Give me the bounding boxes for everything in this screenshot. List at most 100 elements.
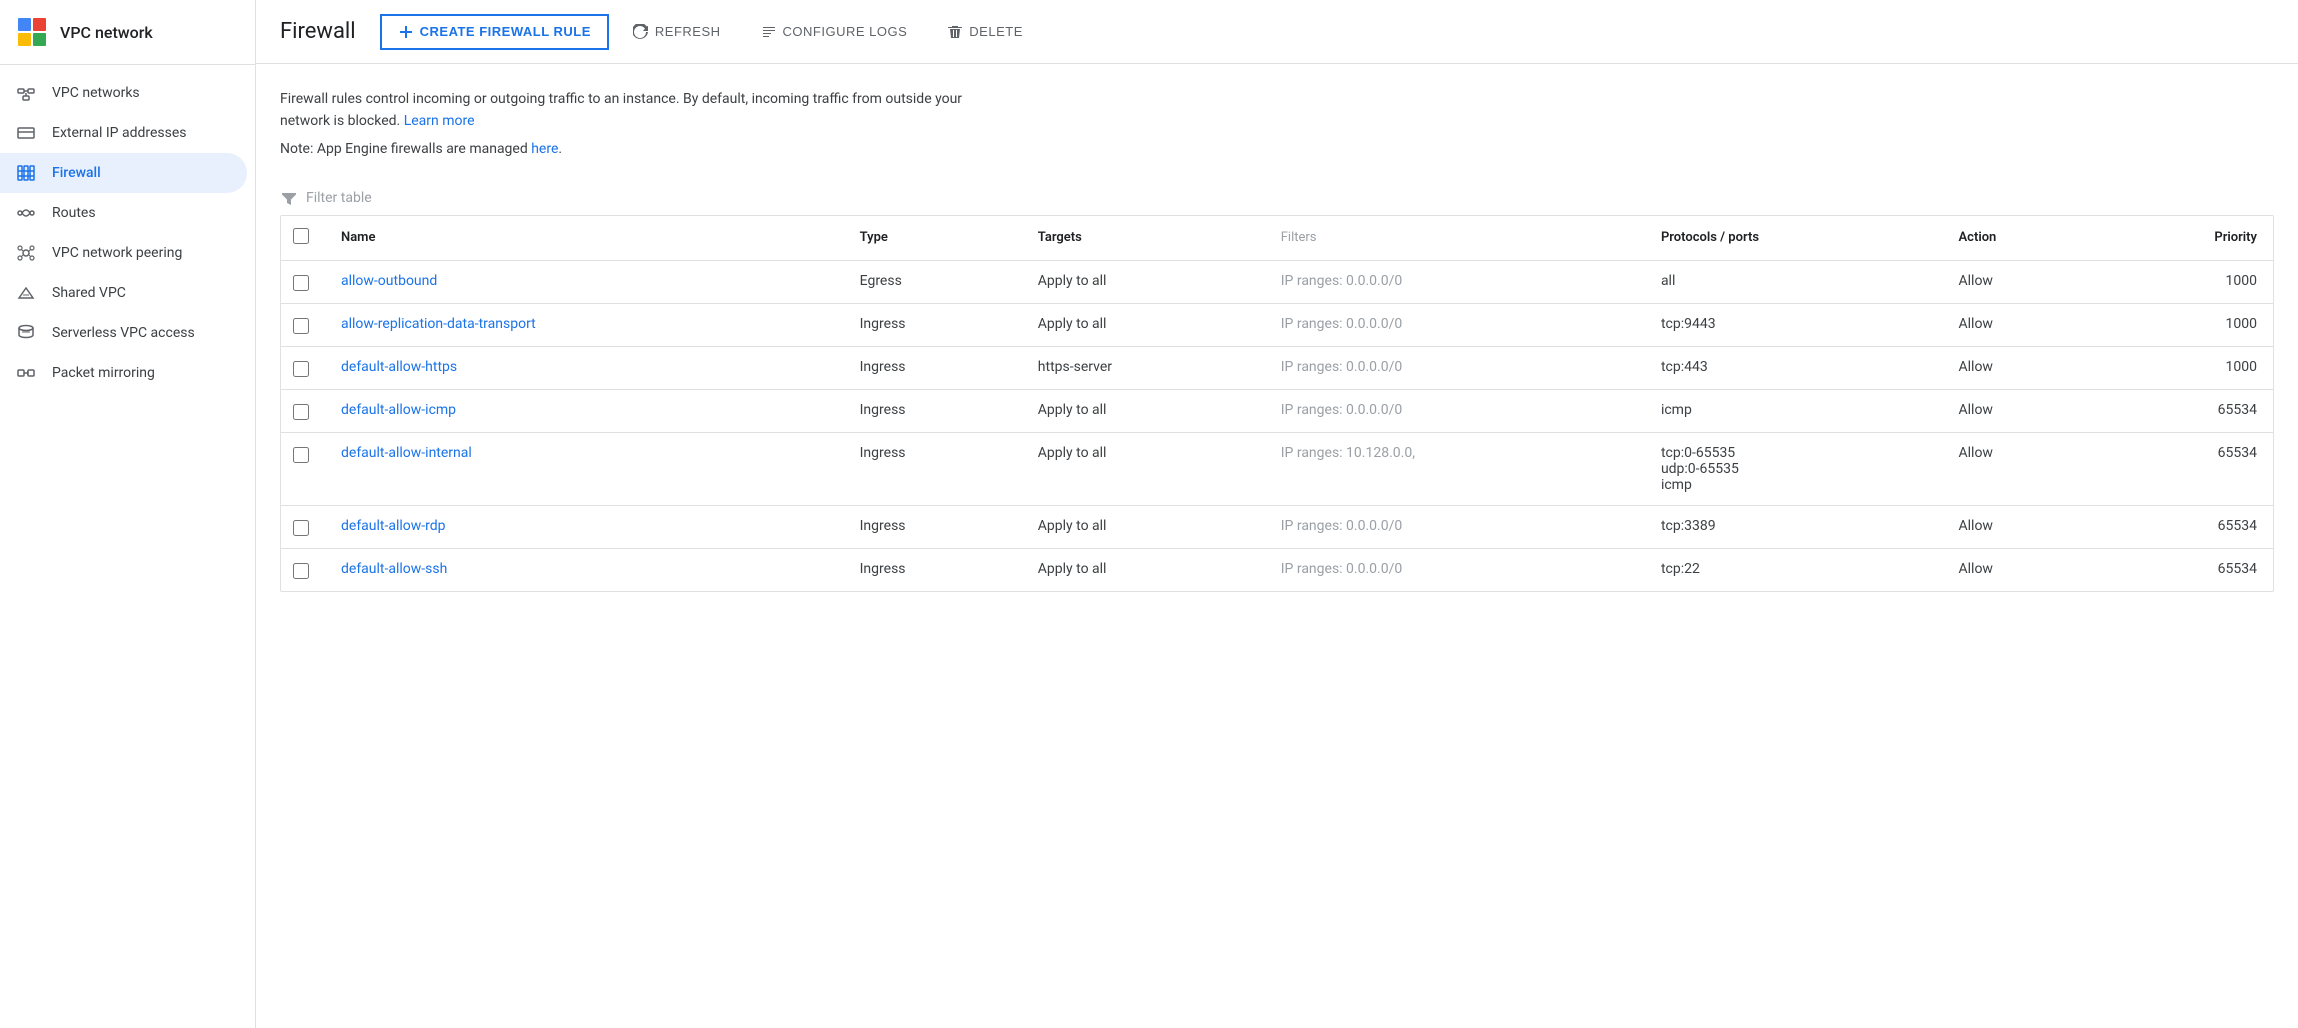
filter-bar[interactable]: Filter table [280,181,2274,215]
row-checkbox-2[interactable] [293,361,309,377]
row-checkbox-5[interactable] [293,520,309,536]
learn-more-link[interactable]: Learn more [404,113,475,129]
configure-logs-label: CONFIGURE LOGS [783,24,908,39]
create-firewall-rule-button[interactable]: CREATE FIREWALL RULE [380,14,609,50]
row-filters: IP ranges: 0.0.0.0/0 [1265,389,1645,432]
select-all-checkbox[interactable] [293,228,309,244]
configure-logs-button[interactable]: CONFIGURE LOGS [745,16,924,48]
row-priority: 1000 [2102,260,2273,303]
row-action: Allow [1943,548,2103,591]
app-logo [16,16,48,48]
table-row: default-allow-sshIngressApply to allIP r… [281,548,2273,591]
filter-icon [280,189,298,207]
row-protocols: icmp [1645,389,1943,432]
routes-icon [16,203,36,223]
row-name-link[interactable]: default-allow-internal [341,445,472,461]
page-title: Firewall [280,19,356,44]
vpc-networks-icon [16,83,36,103]
sidebar-item-vpc-peering[interactable]: VPC network peering [0,233,247,273]
col-type: Type [844,216,1022,261]
delete-icon [947,24,963,40]
col-action: Action [1943,216,2103,261]
refresh-button[interactable]: REFRESH [617,16,737,48]
row-priority: 1000 [2102,303,2273,346]
row-type: Ingress [844,346,1022,389]
row-type: Ingress [844,548,1022,591]
sidebar-header: VPC network [0,0,255,65]
row-filters: IP ranges: 0.0.0.0/0 [1265,260,1645,303]
sidebar-item-vpc-networks[interactable]: VPC networks [0,73,247,113]
row-targets: Apply to all [1022,260,1265,303]
row-type: Ingress [844,505,1022,548]
table-row: allow-outbound EgressApply to allIP range… [281,260,2273,303]
row-name: default-allow-internal [325,432,844,505]
col-protocols: Protocols / ports [1645,216,1943,261]
sidebar-item-packet-mirroring-label: Packet mirroring [52,365,155,381]
sidebar-item-firewall[interactable]: Firewall [0,153,247,193]
sidebar-app-title: VPC network [60,23,153,42]
sidebar-item-packet-mirroring[interactable]: Packet mirroring [0,353,247,393]
row-checkbox-6[interactable] [293,563,309,579]
sidebar-nav: VPC networks External IP addresses [0,65,255,401]
topbar: Firewall CREATE FIREWALL RULE REFRESH [256,0,2298,64]
row-checkbox-cell [281,505,325,548]
sidebar-item-serverless-vpc[interactable]: Serverless VPC access [0,313,247,353]
row-priority: 1000 [2102,346,2273,389]
row-checkbox-0[interactable] [293,275,309,291]
filter-placeholder: Filter table [306,190,372,206]
sidebar-item-shared-vpc-label: Shared VPC [52,285,126,301]
table-row: allow-replication-data-transportIngressA… [281,303,2273,346]
sidebar-item-routes-label: Routes [52,205,96,221]
row-type: Ingress [844,432,1022,505]
col-priority: Priority [2102,216,2273,261]
row-name-link[interactable]: default-allow-icmp [341,402,456,418]
row-checkbox-cell [281,432,325,505]
packet-mirroring-icon [16,363,36,383]
note-text: Note: App Engine firewalls are managed h… [280,141,2274,157]
row-action: Allow [1943,432,2103,505]
create-plus-icon [398,24,414,40]
row-protocols: tcp:443 [1645,346,1943,389]
row-name-link[interactable]: allow-outbound [341,273,437,289]
sidebar-item-routes[interactable]: Routes [0,193,247,233]
row-action: Allow [1943,303,2103,346]
row-checkbox-cell [281,548,325,591]
row-priority: 65534 [2102,432,2273,505]
configure-logs-icon [761,24,777,40]
external-ip-icon [16,123,36,143]
note-suffix: . [558,141,562,157]
row-priority: 65534 [2102,548,2273,591]
row-targets: Apply to all [1022,303,1265,346]
row-type: Egress [844,260,1022,303]
sidebar-item-shared-vpc[interactable]: Shared VPC [0,273,247,313]
row-targets: Apply to all [1022,389,1265,432]
shared-vpc-icon [16,283,36,303]
row-name-link[interactable]: default-allow-https [341,359,457,375]
row-checkbox-1[interactable] [293,318,309,334]
row-protocols: tcp:22 [1645,548,1943,591]
row-name: allow-replication-data-transport [325,303,844,346]
here-link[interactable]: here [531,141,558,157]
row-checkbox-4[interactable] [293,447,309,463]
row-name-link[interactable]: default-allow-ssh [341,561,447,577]
sidebar-item-external-ip[interactable]: External IP addresses [0,113,247,153]
firewall-icon [16,163,36,183]
row-type: Ingress [844,389,1022,432]
firewall-table: Name Type Targets Filters Protocols / po… [280,215,2274,592]
row-checkbox-3[interactable] [293,404,309,420]
sidebar-item-firewall-label: Firewall [52,165,101,181]
table-row: default-allow-icmp IngressApply to allIP … [281,389,2273,432]
row-targets: Apply to all [1022,505,1265,548]
row-name-link[interactable]: default-allow-rdp [341,518,446,534]
row-checkbox-cell [281,303,325,346]
create-button-label: CREATE FIREWALL RULE [420,24,591,39]
delete-button[interactable]: DELETE [931,16,1039,48]
row-action: Allow [1943,346,2103,389]
row-protocols: all [1645,260,1943,303]
row-name-link[interactable]: allow-replication-data-transport [341,316,536,332]
row-priority: 65534 [2102,505,2273,548]
table-row: default-allow-rdpIngressApply to allIP r… [281,505,2273,548]
serverless-vpc-icon [16,323,36,343]
row-action: Allow [1943,260,2103,303]
refresh-label: REFRESH [655,24,721,39]
